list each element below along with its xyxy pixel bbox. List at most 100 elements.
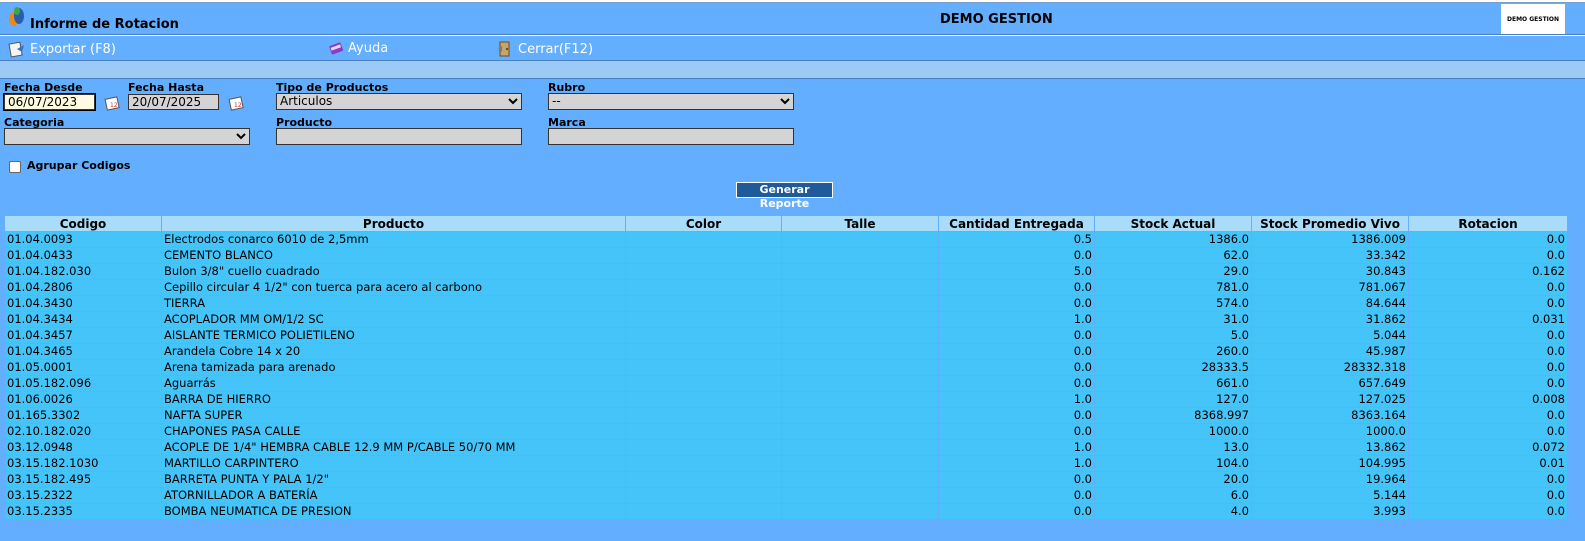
table-cell bbox=[781, 439, 939, 456]
table-row[interactable]: 01.04.3434 ACOPLADOR MM OM/1/2 SC 1.0 31.0 3… bbox=[4, 311, 1568, 328]
table-cell: MARTILLO CARPINTERO bbox=[161, 455, 626, 472]
table-cell: 03.15.2322 bbox=[4, 487, 162, 504]
table-cell bbox=[781, 391, 939, 408]
fecha-hasta-label: Fecha Hasta bbox=[128, 81, 204, 94]
close-button[interactable]: Cerrar(F12) bbox=[496, 40, 593, 58]
table-row[interactable]: 03.15.2335 BOMBA NEUMATICA DE PRESION 0.0 4… bbox=[4, 503, 1568, 520]
column-header[interactable]: Codigo bbox=[4, 215, 162, 232]
table-cell bbox=[781, 327, 939, 344]
column-header[interactable]: Cantidad Entregada bbox=[938, 215, 1095, 232]
company-name: DEMO GESTION bbox=[940, 12, 1053, 27]
table-row[interactable]: 01.04.182.030 Bulon 3/8" cuello cuadrado 5… bbox=[4, 263, 1568, 280]
table-cell: BARRETA PUNTA Y PALA 1/2" bbox=[161, 471, 626, 488]
table-cell: 28333.5 bbox=[1094, 359, 1252, 376]
marca-input[interactable] bbox=[548, 128, 794, 145]
table-row[interactable]: 01.06.0026 BARRA DE HIERRO 1.0 127.0 127.025… bbox=[4, 391, 1568, 408]
table-cell: 0.0 bbox=[938, 279, 1095, 296]
calendar-icon[interactable]: 12 bbox=[104, 94, 122, 112]
table-cell: 0.0 bbox=[1408, 487, 1568, 504]
table-cell: 0.5 bbox=[938, 231, 1095, 248]
table-row[interactable]: 02.10.182.020 CHAPONES PASA CALLE 0.0 1000.… bbox=[4, 423, 1568, 440]
table-cell: 5.144 bbox=[1251, 487, 1409, 504]
table-cell: 01.04.0433 bbox=[4, 247, 162, 264]
table-cell: 0.0 bbox=[938, 343, 1095, 360]
table-cell bbox=[625, 407, 782, 424]
table-cell bbox=[781, 231, 939, 248]
table-cell: 1000.0 bbox=[1094, 423, 1252, 440]
column-header[interactable]: Stock Actual bbox=[1094, 215, 1252, 232]
table-cell: 19.964 bbox=[1251, 471, 1409, 488]
table-cell bbox=[625, 455, 782, 472]
calendar-icon[interactable]: 12 bbox=[228, 94, 246, 112]
table-cell: 01.04.3465 bbox=[4, 343, 162, 360]
table-cell: BARRA DE HIERRO bbox=[161, 391, 626, 408]
fecha-desde-input[interactable]: 06/07/2023 bbox=[3, 93, 96, 111]
table-cell: 29.0 bbox=[1094, 263, 1252, 280]
table-cell: AISLANTE TERMICO POLIETILENO bbox=[161, 327, 626, 344]
table-row[interactable]: 01.05.0001 Arena tamizada para arenado 0.0… bbox=[4, 359, 1568, 376]
table-cell bbox=[781, 359, 939, 376]
table-row[interactable]: 03.12.0948 ACOPLE DE 1/4" HEMBRA CABLE 12… bbox=[4, 439, 1568, 456]
table-cell: 0.0 bbox=[938, 359, 1095, 376]
table-cell: 01.04.3430 bbox=[4, 295, 162, 312]
table-row[interactable]: 03.15.2322 ATORNILLADOR A BATERÍA 0.0 6.0 5.… bbox=[4, 487, 1568, 504]
table-row[interactable]: 01.04.3457 AISLANTE TERMICO POLIETILENO 0.… bbox=[4, 327, 1568, 344]
table-cell: Arandela Cobre 14 x 20 bbox=[161, 343, 626, 360]
table-cell: Electrodos conarco 6010 de 2,5mm bbox=[161, 231, 626, 248]
table-row[interactable]: 01.04.0433 CEMENTO BLANCO 0.0 62.0 33.342 0.0 bbox=[4, 247, 1568, 264]
column-header[interactable]: Stock Promedio Vivo bbox=[1251, 215, 1409, 232]
table-cell bbox=[781, 407, 939, 424]
table-cell: 0.0 bbox=[938, 471, 1095, 488]
rubro-select[interactable]: -- bbox=[548, 93, 794, 110]
table-cell: 0.0 bbox=[938, 423, 1095, 440]
table-row[interactable]: 01.04.0093 Electrodos conarco 6010 de 2,5… bbox=[4, 231, 1568, 248]
table-cell: 0.0 bbox=[938, 407, 1095, 424]
table-row[interactable]: 01.05.182.096 Aguarrás 0.0 661.0 657.649 0.0 bbox=[4, 375, 1568, 392]
table-cell bbox=[625, 423, 782, 440]
report-panel: Fecha Desde 06/07/2023 12 Fecha Hasta 20… bbox=[0, 78, 1585, 541]
table-row[interactable]: 03.15.182.495 BARRETA PUNTA Y PALA 1/2" 0.… bbox=[4, 471, 1568, 488]
export-icon bbox=[8, 41, 24, 58]
table-row[interactable]: 01.04.3430 TIERRA 0.0 574.0 84.644 0.0 bbox=[4, 295, 1568, 312]
table-cell: 0.0 bbox=[938, 487, 1095, 504]
fecha-desde-label: Fecha Desde bbox=[4, 81, 83, 94]
table-row[interactable]: 03.15.182.1030 MARTILLO CARPINTERO 1.0 104.… bbox=[4, 455, 1568, 472]
producto-input[interactable] bbox=[276, 128, 522, 145]
menu-bar: Exportar (F8) Ayuda Cerrar(F12) bbox=[0, 36, 1585, 61]
table-cell bbox=[781, 375, 939, 392]
help-button[interactable]: Ayuda bbox=[328, 40, 388, 56]
table-cell: 0.0 bbox=[1408, 343, 1568, 360]
agrupar-codigos-checkbox[interactable] bbox=[9, 161, 21, 173]
rubro-value: -- bbox=[552, 94, 561, 108]
column-header[interactable]: Rotacion bbox=[1408, 215, 1568, 232]
table-cell: 0.162 bbox=[1408, 263, 1568, 280]
table-cell: 574.0 bbox=[1094, 295, 1252, 312]
tipo-productos-select[interactable]: Articulos bbox=[276, 93, 522, 110]
title-bar: Informe de Rotacion DEMO GESTION DEMO GE… bbox=[0, 2, 1585, 35]
table-cell bbox=[781, 487, 939, 504]
column-header[interactable]: Talle bbox=[781, 215, 939, 232]
table-cell: 8363.164 bbox=[1251, 407, 1409, 424]
export-button[interactable]: Exportar (F8) bbox=[8, 40, 116, 58]
categoria-select[interactable] bbox=[4, 128, 250, 145]
fecha-hasta-input[interactable]: 20/07/2025 bbox=[128, 94, 219, 110]
table-cell: ACOPLADOR MM OM/1/2 SC bbox=[161, 311, 626, 328]
table-cell: 13.0 bbox=[1094, 439, 1252, 456]
table-cell: Arena tamizada para arenado bbox=[161, 359, 626, 376]
column-header[interactable]: Color bbox=[625, 215, 782, 232]
table-cell: 104.0 bbox=[1094, 455, 1252, 472]
table-cell bbox=[781, 311, 939, 328]
column-header[interactable]: Producto bbox=[161, 215, 626, 232]
table-row[interactable]: 01.165.3302 NAFTA SUPER 0.0 8368.997 8363.16… bbox=[4, 407, 1568, 424]
generar-reporte-button[interactable]: Generar Reporte bbox=[736, 182, 833, 210]
app-logo-icon bbox=[9, 7, 24, 26]
table-cell: TIERRA bbox=[161, 295, 626, 312]
table-row[interactable]: 01.04.2806 Cepillo circular 4 1/2" con tu… bbox=[4, 279, 1568, 296]
table-cell: 0.0 bbox=[1408, 327, 1568, 344]
table-row[interactable]: 01.04.3465 Arandela Cobre 14 x 20 0.0 260.0… bbox=[4, 343, 1568, 360]
chevron-down-icon bbox=[236, 133, 246, 140]
table-cell: 0.0 bbox=[1408, 471, 1568, 488]
table-cell bbox=[625, 439, 782, 456]
table-cell bbox=[781, 279, 939, 296]
table-cell: 20.0 bbox=[1094, 471, 1252, 488]
